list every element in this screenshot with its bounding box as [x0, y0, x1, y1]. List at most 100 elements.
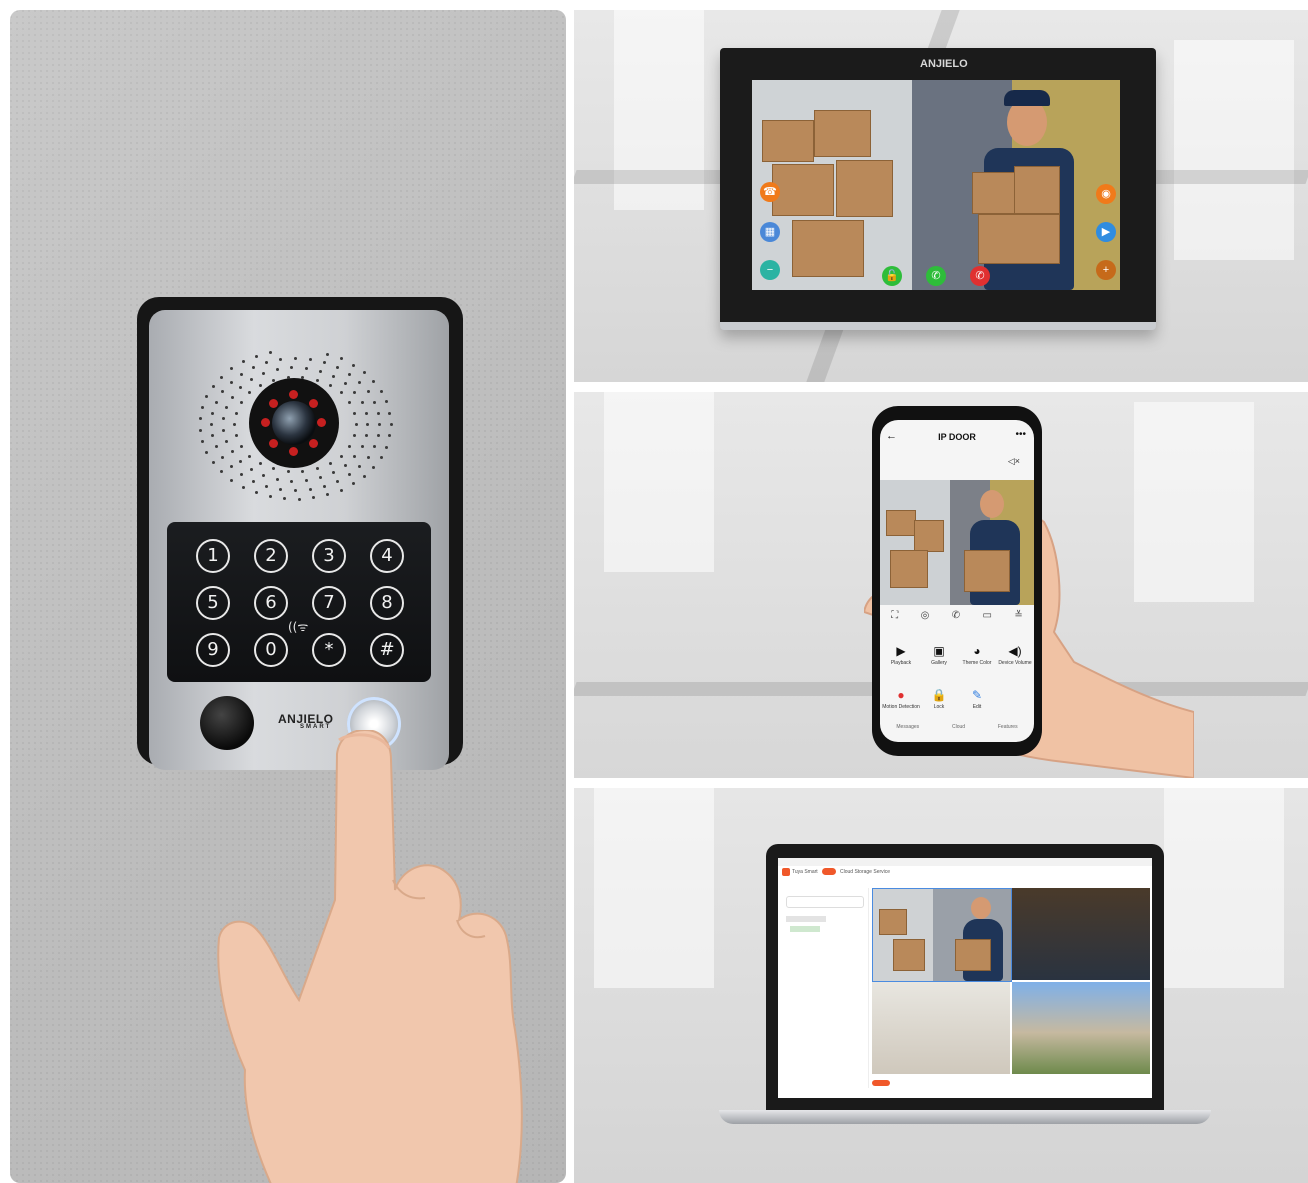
grid-item-device-volume[interactable]: ◀) Device Volume: [996, 644, 1034, 666]
rfid-icon: ((ᯤ: [288, 620, 309, 634]
smartphone: ← IP DOOR ••• ◁× ⛶ ◎ ✆ ▭ ≚ ▶ Playback ▣ …: [872, 406, 1042, 756]
contact-icon[interactable]: ☎: [760, 182, 780, 202]
window-reflection: [1164, 788, 1284, 988]
keypad: 1 2 3 4 5 6 7 8 9 0 * #: [167, 522, 431, 682]
package-box: [814, 110, 871, 157]
speaker-grill-hole: [240, 372, 243, 376]
speaker-grill-hole: [239, 459, 243, 463]
speaker-grill-hole: [262, 473, 266, 477]
laptop-tab-active[interactable]: [822, 868, 836, 875]
key-8[interactable]: 8: [370, 586, 404, 620]
package-box: [1014, 166, 1060, 214]
nav-messages[interactable]: Messages: [896, 724, 919, 730]
nav-cloud[interactable]: Cloud: [952, 724, 965, 730]
speaker-grill-hole: [353, 411, 357, 415]
speaker-grill-hole: [385, 445, 389, 449]
package-box: [836, 160, 893, 217]
package-box: [792, 220, 864, 277]
device-list-item[interactable]: [786, 896, 864, 908]
camera-icon[interactable]: ◉: [1096, 184, 1116, 204]
zoom-out-icon[interactable]: −: [760, 260, 780, 280]
package-box: [890, 550, 928, 588]
mute-icon[interactable]: ◁×: [1008, 456, 1020, 467]
key-hash[interactable]: #: [370, 633, 404, 667]
apps-icon[interactable]: ▦: [760, 222, 780, 242]
speaker-grill-hole: [230, 395, 234, 399]
key-3[interactable]: 3: [312, 539, 346, 573]
speaker-grill-hole: [229, 380, 233, 384]
speaker-grill-hole: [240, 400, 244, 404]
speaker-grill-hole: [290, 479, 294, 483]
key-2[interactable]: 2: [254, 539, 288, 573]
key-5[interactable]: 5: [196, 586, 230, 620]
grid-item-edit[interactable]: ✎ Edit: [958, 688, 996, 710]
nav-features[interactable]: Features: [998, 724, 1018, 730]
record-icon[interactable]: ▭: [983, 610, 992, 624]
camera-icon[interactable]: ◎: [921, 610, 930, 624]
laptop-toolbar-icons[interactable]: [872, 1080, 890, 1086]
unlock-icon[interactable]: 🔓: [882, 266, 902, 286]
speaker-grill-hole: [249, 378, 253, 382]
speaker-grill-hole: [294, 488, 297, 492]
lock-icon: 🔒: [931, 688, 947, 702]
palette-icon: ◕: [973, 644, 981, 658]
answer-call-icon[interactable]: ✆: [926, 266, 946, 286]
doorbell-photo-panel: 1 2 3 4 5 6 7 8 9 0 * # ((ᯤ ANJIELO SMAR…: [10, 10, 566, 1183]
speaker-grill-hole: [315, 378, 319, 382]
speaker-grill-hole: [336, 479, 339, 483]
window-reflection: [1174, 40, 1294, 260]
package-box: [955, 939, 991, 971]
speaker-grill-hole: [211, 384, 215, 388]
speaker-grill-hole: [252, 479, 255, 483]
speaker-grill-hole: [366, 455, 370, 459]
laptop-sidebar: [782, 888, 869, 1088]
speaker-grill-hole: [351, 363, 355, 367]
grid-item-lock[interactable]: 🔒 Lock: [920, 688, 958, 710]
camera-feed-lounge[interactable]: [872, 982, 1010, 1074]
speaker-grill-hole: [220, 375, 224, 379]
speaker-grill-hole: [200, 405, 204, 409]
speaker-grill-hole: [200, 440, 204, 443]
screenshot-icon[interactable]: ⛶: [891, 610, 898, 624]
speaker-grill-hole: [376, 411, 380, 415]
package-box: [964, 550, 1010, 592]
speaker-grill-hole: [364, 411, 368, 415]
key-7[interactable]: 7: [312, 586, 346, 620]
grid-item-gallery[interactable]: ▣ Gallery: [920, 644, 958, 666]
speaker-grill-hole: [379, 389, 383, 393]
laptop-lid: Tuya Smart Cloud Storage Service: [766, 844, 1164, 1112]
brand-logo: ANJIELO SMART: [278, 712, 334, 730]
grid-item-motion-detection[interactable]: ● Motion Detection: [882, 688, 920, 710]
hang-up-icon[interactable]: ✆: [970, 266, 990, 286]
speaker-grill-hole: [347, 445, 351, 449]
camera-feed-front-door[interactable]: [872, 888, 1012, 982]
more-options-icon[interactable]: •••: [1015, 429, 1026, 440]
camera-lens: [272, 401, 316, 445]
key-4[interactable]: 4: [370, 539, 404, 573]
device-list-item[interactable]: [790, 926, 820, 932]
video-record-icon[interactable]: ▶: [1096, 222, 1116, 242]
key-6[interactable]: 6: [254, 586, 288, 620]
speaker-grill-hole: [229, 465, 233, 469]
package-box: [886, 510, 916, 536]
monitor-logo: ANJIELO: [920, 58, 968, 70]
delivery-man-head: [980, 490, 1004, 518]
camera-feed-exterior[interactable]: [1012, 982, 1150, 1074]
zoom-in-icon[interactable]: +: [1096, 260, 1116, 280]
laptop-tab-cloud[interactable]: Cloud Storage Service: [840, 869, 890, 875]
phone-toolbar: ⛶ ◎ ✆ ▭ ≚: [880, 610, 1034, 624]
speaker-grill-hole: [379, 456, 383, 460]
speaker-grill-hole: [215, 400, 219, 404]
ir-led: [317, 418, 326, 427]
grid-item-playback[interactable]: ▶ Playback: [882, 644, 920, 666]
key-1[interactable]: 1: [196, 539, 230, 573]
grid-item-theme-color[interactable]: ◕ Theme Color: [958, 644, 996, 666]
key-0[interactable]: 0: [254, 633, 288, 667]
ir-led: [261, 418, 270, 427]
camera-feed-living-room[interactable]: [1012, 888, 1150, 980]
key-star[interactable]: *: [312, 633, 346, 667]
collapse-icon[interactable]: ≚: [1014, 610, 1022, 624]
key-9[interactable]: 9: [196, 633, 230, 667]
talk-icon[interactable]: ✆: [952, 610, 960, 624]
device-list-item[interactable]: [786, 916, 826, 922]
